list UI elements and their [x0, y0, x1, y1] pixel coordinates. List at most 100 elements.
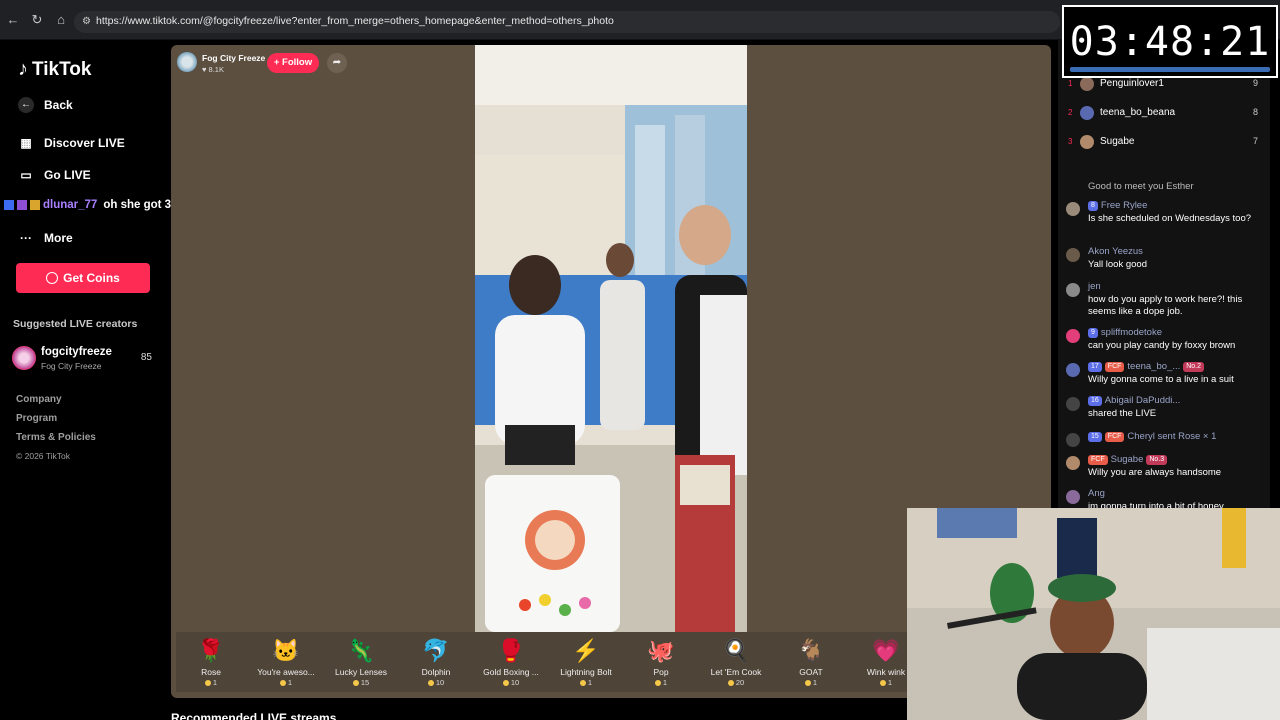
footer-link-terms[interactable]: Terms & Policies — [16, 432, 96, 443]
viewer-rank: 2 — [1068, 108, 1073, 117]
gift-item[interactable]: 🥊 Gold Boxing ... 10 — [477, 638, 545, 687]
top-viewer-row[interactable]: 3 Sugabe 7 — [1068, 134, 1268, 152]
ellipsis-icon: ··· — [20, 231, 32, 245]
creator-viewer-count: 85 — [140, 352, 152, 363]
stream-timer-overlay: 03:48:21 — [1062, 5, 1278, 78]
url-text: https://www.tiktok.com/@fogcityfreeze/li… — [96, 15, 614, 27]
boxing-glove-icon: 🥊 — [497, 638, 525, 663]
gift-item[interactable]: 🌹 Rose 1 — [177, 638, 245, 687]
gift-name: Dolphin — [421, 667, 451, 677]
back-arrow-icon[interactable]: ← — [6, 13, 20, 27]
coin-icon — [879, 679, 886, 686]
host-avatar — [177, 52, 197, 72]
gift-item[interactable]: 🐙 Pop 1 — [627, 638, 695, 687]
chat-avatar — [1066, 363, 1080, 377]
coin-icon — [427, 679, 434, 686]
level-badge: 9 — [1088, 327, 1098, 338]
sidebar-item-go-live[interactable]: ▭ Go LIVE — [18, 167, 90, 183]
chat-avatar — [1066, 397, 1080, 411]
host-info[interactable]: Fog City Freeze ♥ 8.1K — [177, 52, 265, 74]
gift-item[interactable]: 🐱 You're aweso... 1 — [252, 638, 320, 687]
logo-text: TikTok — [32, 58, 92, 80]
chat-username-row: 16 Abigail DaPuddi... — [1088, 395, 1180, 406]
viewer-name: Sugabe — [1100, 136, 1135, 147]
chat-message-text: how do you apply to work here?! this see… — [1088, 294, 1243, 317]
site-info-icon[interactable]: ⚙ — [82, 16, 92, 28]
footer-link-program[interactable]: Program — [16, 413, 57, 424]
viewer-rank: 3 — [1068, 137, 1073, 146]
gift-item[interactable]: 🐐 GOAT 1 — [777, 638, 845, 687]
creator-subtitle: Fog City Freeze — [41, 361, 102, 371]
gift-price-value: 1 — [212, 678, 218, 687]
gift-name: Rose — [201, 667, 221, 677]
gift-item[interactable]: 🍳 Let 'Em Cook 20 — [702, 638, 770, 687]
gift-item[interactable]: ⚡ Lightning Bolt 1 — [552, 638, 620, 687]
gift-price: 10 — [477, 678, 545, 687]
gift-price-value: 1 — [887, 678, 893, 687]
sidebar: ♪ TikTok ← Back ▦ Discover LIVE ▭ Go LIV… — [0, 40, 170, 720]
sidebar-item-more[interactable]: ··· More — [18, 230, 73, 246]
reload-icon[interactable]: ↻ — [30, 13, 44, 27]
gift-price-value: 15 — [360, 678, 370, 687]
top-viewer-row[interactable]: 2 teena_bo_beana 8 — [1068, 105, 1268, 123]
chat-username-row: FCF Sugabe No.3 — [1088, 454, 1168, 465]
timer-progress-bar — [1070, 67, 1270, 72]
gift-name: Pop — [653, 667, 669, 677]
chat-avatar — [1066, 490, 1080, 504]
chat-avatar — [1066, 283, 1080, 297]
viewer-gift-count: 9 — [1252, 78, 1258, 88]
address-bar[interactable]: ⚙ https://www.tiktok.com/@fogcityfreeze/… — [74, 11, 1060, 33]
video-frame-image — [475, 45, 747, 632]
back-button[interactable]: ← Back — [18, 97, 73, 113]
chat-username: Akon Yeezus — [1088, 246, 1143, 257]
chat-avatar — [1066, 329, 1080, 343]
viewer-name: Penguinlover1 — [1100, 78, 1164, 89]
gift-price: 20 — [702, 678, 770, 687]
sub-badge-icon — [17, 200, 27, 210]
suggested-creator[interactable]: fogcityfreeze Fog City Freeze 85 — [12, 345, 162, 375]
share-icon[interactable]: ➦ — [327, 53, 347, 73]
gift-price: 1 — [627, 678, 695, 687]
get-coins-button[interactable]: Get Coins — [16, 263, 150, 293]
live-video[interactable] — [475, 45, 747, 632]
gift-price: 15 — [327, 678, 395, 687]
overlay-chat-user: dlunar_77 — [43, 199, 98, 211]
gift-price-value: 10 — [510, 678, 520, 687]
cat-icon: 🐱 — [272, 638, 300, 663]
footer-link-company[interactable]: Company — [16, 394, 62, 405]
goat-icon: 🐐 — [797, 638, 825, 663]
coin-icon — [279, 679, 286, 686]
sidebar-item-discover-live[interactable]: ▦ Discover LIVE — [18, 135, 125, 151]
creator-name: fogcityfreeze — [41, 346, 112, 358]
discover-live-label: Discover LIVE — [44, 136, 125, 150]
follow-button[interactable]: + Follow — [267, 53, 319, 73]
tiktok-logo[interactable]: ♪ TikTok — [18, 58, 91, 81]
lenses-icon: 🦎 — [347, 638, 375, 663]
chat-username-row: Akon Yeezus — [1088, 246, 1143, 257]
chat-username-row: 8 Free Rylee — [1088, 200, 1147, 211]
level-badge: 16 — [1088, 395, 1102, 406]
chat-username-row: 17 FCF teena_bo_... No.2 — [1088, 361, 1205, 372]
coin-icon — [502, 679, 509, 686]
gift-item[interactable]: 🦎 Lucky Lenses 15 — [327, 638, 395, 687]
get-coins-label: Get Coins — [63, 271, 120, 285]
coin-icon — [804, 679, 811, 686]
gift-item[interactable]: 🐬 Dolphin 10 — [402, 638, 470, 687]
chat-username-row: 15 FCF Cheryl sent Rose × 1 — [1088, 431, 1216, 442]
webcam-image — [907, 508, 1280, 720]
tiktok-note-icon: ♪ — [18, 58, 28, 80]
viewer-gift-count: 8 — [1252, 107, 1258, 117]
pop-icon: 🐙 — [647, 638, 675, 663]
gift-price: 1 — [777, 678, 845, 687]
top-viewer-row[interactable]: 1 Penguinlover1 9 — [1068, 76, 1268, 94]
recommended-streams-heading: Recommended LIVE streams — [171, 711, 337, 720]
chat-message-text: shared the LIVE — [1088, 408, 1157, 419]
chat-username-row: Ang — [1088, 488, 1105, 499]
home-icon[interactable]: ⌂ — [54, 13, 68, 27]
chat-avatar — [1066, 433, 1080, 447]
chat-username: teena_bo_... — [1127, 361, 1181, 372]
chat-username: spliffmodetoke — [1100, 327, 1162, 338]
streamer-webcam — [907, 508, 1280, 720]
chat-username: Ang — [1088, 488, 1105, 499]
coin-icon — [727, 679, 734, 686]
